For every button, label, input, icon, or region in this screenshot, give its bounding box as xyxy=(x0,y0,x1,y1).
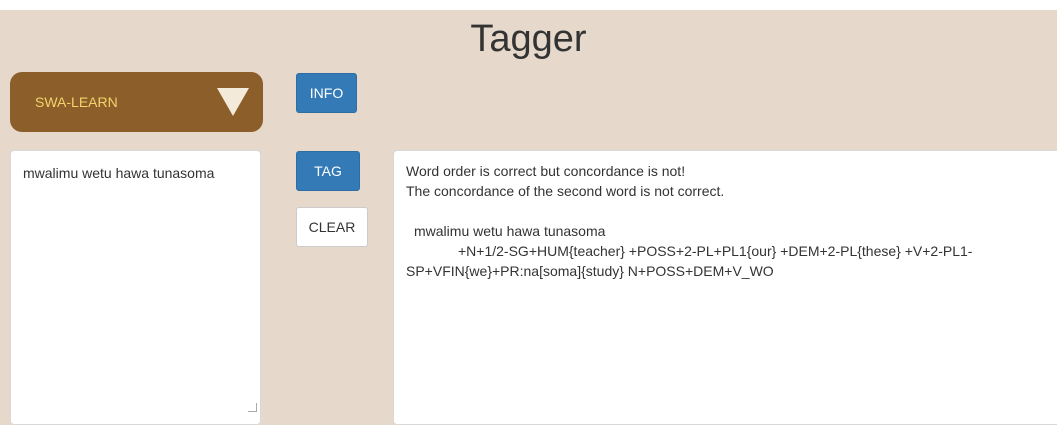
result-detail: The concordance of the second word is no… xyxy=(406,183,725,199)
clear-button[interactable]: CLEAR xyxy=(296,207,368,247)
morphological-analysis: +N+1/2-SG+HUM{teacher} +POSS+2-PL+PL1{ou… xyxy=(406,241,1046,281)
input-text: mwalimu wetu hawa tunasoma xyxy=(23,165,215,181)
analysis-text: +N+1/2-SG+HUM{teacher} +POSS+2-PL+PL1{ou… xyxy=(406,243,973,279)
result-message: Word order is correct but concordance is… xyxy=(406,163,686,179)
input-textarea[interactable]: mwalimu wetu hawa tunasoma xyxy=(10,150,261,425)
chevron-down-icon[interactable] xyxy=(217,88,249,116)
language-select[interactable]: SWA-LEARN xyxy=(10,72,263,132)
tagged-sentence: mwalimu wetu hawa tunasoma xyxy=(414,223,606,239)
top-bar xyxy=(0,0,1057,10)
output-panel: Word order is correct but concordance is… xyxy=(393,150,1057,425)
language-select-value: SWA-LEARN xyxy=(35,94,118,110)
page-title: Tagger xyxy=(470,18,587,60)
info-button[interactable]: INFO xyxy=(296,73,357,113)
tag-button[interactable]: TAG xyxy=(296,151,360,191)
resize-handle[interactable] xyxy=(248,403,257,412)
